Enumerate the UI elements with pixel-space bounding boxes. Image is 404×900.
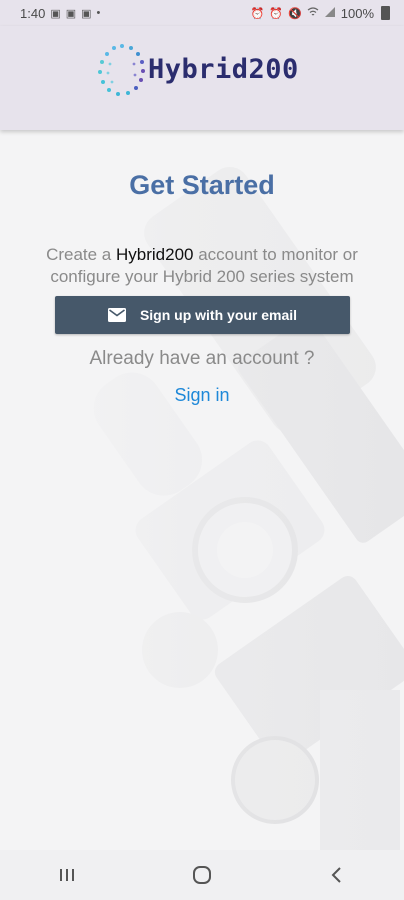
main-content xyxy=(0,130,404,850)
sign-in-link[interactable]: Sign in xyxy=(0,385,404,406)
home-icon xyxy=(192,866,211,884)
dot-icon: • xyxy=(96,7,101,19)
recent-apps-icon xyxy=(60,869,75,881)
battery-icon xyxy=(381,6,390,20)
alarm-icon: ⏰ xyxy=(250,7,265,20)
status-bar-left: 1:40 ▣ ▣ ▣ • xyxy=(20,6,100,21)
status-bar: 1:40 ▣ ▣ ▣ • ⏰ ⏰ 🔇 100% xyxy=(0,0,404,26)
back-icon xyxy=(331,867,341,883)
signup-email-button[interactable]: Sign up with your email xyxy=(55,296,350,334)
clock: 1:40 xyxy=(20,5,46,21)
mute-icon: 🔇 xyxy=(288,7,302,20)
status-bar-right: ⏰ ⏰ 🔇 100% xyxy=(251,6,390,21)
page-title: Get Started xyxy=(129,170,275,200)
battery-percent: 100% xyxy=(340,5,374,21)
logo-text: Hybrid200 xyxy=(148,54,299,85)
background-image xyxy=(0,130,404,850)
wifi-icon xyxy=(307,6,319,20)
mail-icon xyxy=(107,308,126,322)
signal-icon xyxy=(324,6,336,20)
description-brand: Hybrid200 xyxy=(116,245,194,264)
description-prefix: Create a xyxy=(46,245,116,264)
signup-button-label: Sign up with your email xyxy=(139,307,298,323)
recent-apps-button[interactable] xyxy=(47,855,87,895)
image-icon: ▣ xyxy=(81,7,92,20)
logo-icon xyxy=(98,44,145,96)
description: Create a Hybrid200 account to monitor or… xyxy=(10,244,394,288)
app-header: Hybrid200 xyxy=(0,26,404,130)
system-nav-bar xyxy=(0,850,404,900)
image-icon: ▣ xyxy=(50,7,61,20)
back-button[interactable] xyxy=(317,855,357,895)
already-have-account-text: Already have an account ? xyxy=(89,348,315,369)
alarm-icon: ⏰ xyxy=(269,7,284,20)
image-icon: ▣ xyxy=(65,7,77,20)
home-button[interactable] xyxy=(182,855,222,895)
